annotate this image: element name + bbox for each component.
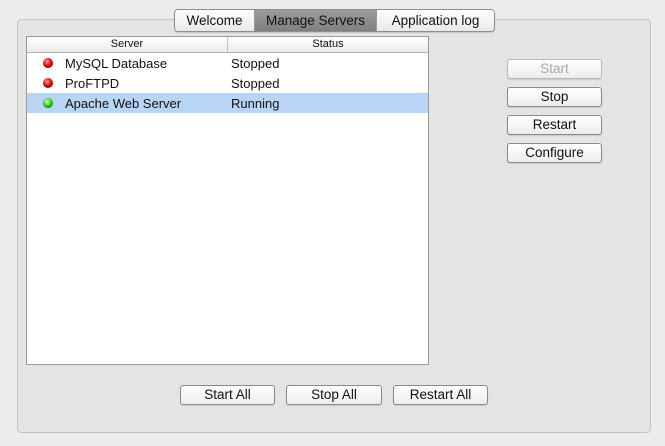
tab-application-log[interactable]: Application log [377, 10, 494, 31]
table-row-selected[interactable]: Apache Web Server Running [27, 93, 428, 113]
server-name: ProFTPD [65, 75, 120, 91]
restart-button[interactable]: Restart [507, 115, 602, 135]
servers-table: Server Status MySQL Database Stopped Pro… [26, 36, 429, 365]
tab-manage-servers[interactable]: Manage Servers [255, 10, 377, 31]
server-cell: MySQL Database [27, 56, 228, 71]
table-header: Server Status [27, 37, 428, 53]
tab-bar: Welcome Manage Servers Application log [174, 9, 495, 32]
status-red-indicator-icon [43, 78, 53, 88]
start-all-button[interactable]: Start All [180, 385, 275, 405]
stop-all-button[interactable]: Stop All [286, 385, 382, 405]
table-row[interactable]: MySQL Database Stopped [27, 53, 428, 73]
server-cell: Apache Web Server [27, 96, 228, 111]
status-cell: Stopped [231, 75, 280, 91]
server-cell: ProFTPD [27, 76, 228, 91]
status-green-indicator-icon [43, 98, 53, 108]
status-cell: Stopped [231, 55, 280, 71]
server-name: Apache Web Server [65, 95, 182, 111]
restart-all-button[interactable]: Restart All [393, 385, 488, 405]
column-header-server[interactable]: Server [27, 37, 228, 52]
server-name: MySQL Database [65, 55, 168, 71]
table-row[interactable]: ProFTPD Stopped [27, 73, 428, 93]
start-button[interactable]: Start [507, 59, 602, 79]
status-red-indicator-icon [43, 58, 53, 68]
stop-button[interactable]: Stop [507, 87, 602, 107]
configure-button[interactable]: Configure [507, 143, 602, 163]
status-cell: Running [231, 95, 280, 111]
tab-welcome[interactable]: Welcome [175, 10, 255, 31]
column-header-status[interactable]: Status [228, 37, 428, 52]
